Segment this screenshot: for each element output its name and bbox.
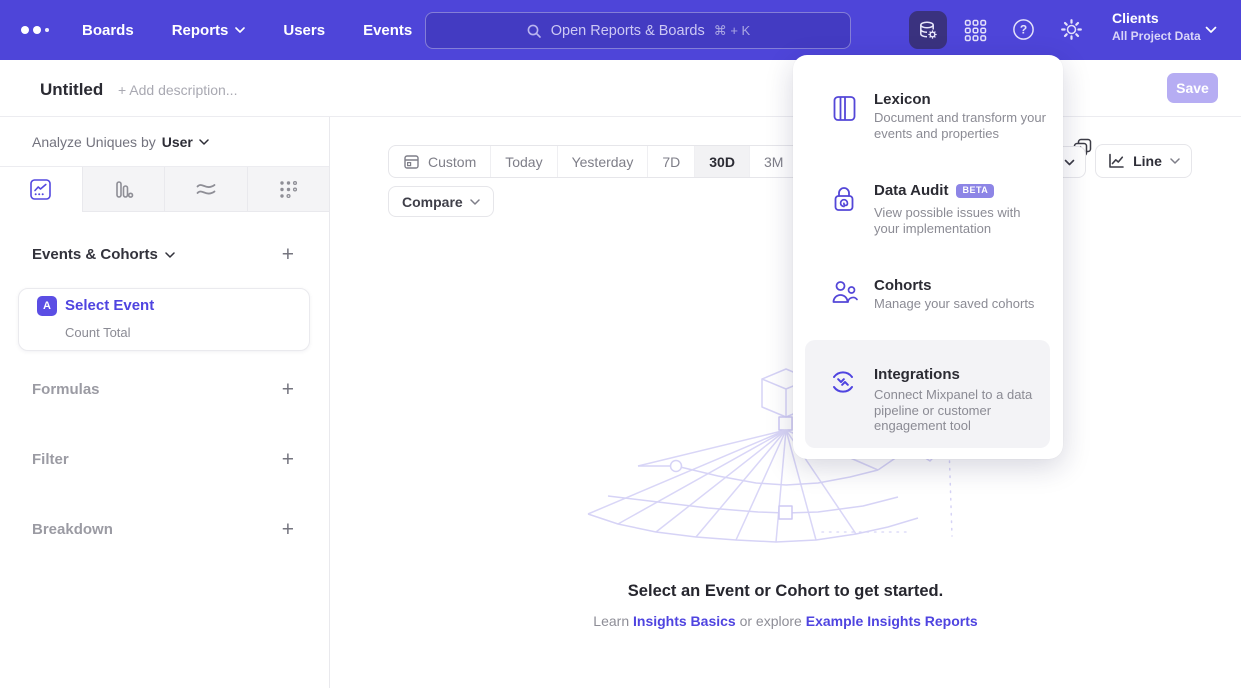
line-chart-icon — [29, 178, 52, 201]
filter-section: Filter + — [32, 451, 294, 468]
add-description-field[interactable]: + Add description... — [118, 82, 237, 98]
chevron-down-icon — [1064, 159, 1075, 166]
chevron-down-icon — [470, 199, 480, 205]
insights-basics-link[interactable]: Insights Basics — [633, 613, 736, 629]
settings-button[interactable] — [1060, 18, 1083, 41]
chevron-down-icon — [1170, 158, 1180, 164]
save-button[interactable]: Save — [1167, 73, 1218, 103]
add-event-button[interactable]: + — [282, 247, 294, 263]
example-insights-reports-link[interactable]: Example Insights Reports — [806, 613, 978, 629]
nav-events[interactable]: Events — [363, 22, 412, 39]
global-search-input[interactable]: Open Reports & Boards ⌘ + K — [425, 12, 851, 49]
report-title[interactable]: Untitled — [40, 80, 103, 100]
dot-grid-icon — [277, 178, 300, 201]
tab-retention[interactable] — [247, 167, 330, 212]
events-cohorts-section: Events & Cohorts + — [32, 246, 294, 263]
range-7d[interactable]: 7D — [647, 146, 694, 177]
data-audit-lock-icon — [831, 185, 857, 213]
add-filter-button[interactable]: + — [282, 452, 294, 468]
visualization-tabs — [0, 166, 329, 212]
lexicon-book-icon — [831, 95, 858, 122]
line-chart-icon — [1107, 152, 1125, 170]
select-event-button[interactable]: Select Event — [65, 297, 154, 314]
query-sidebar: Analyze Uniques by User — [0, 117, 330, 688]
data-management-button[interactable] — [909, 11, 947, 49]
add-breakdown-button[interactable]: + — [282, 522, 294, 538]
tab-flows[interactable] — [164, 167, 247, 212]
event-letter-badge: A — [37, 296, 57, 316]
calendar-icon — [403, 153, 420, 170]
tab-bar-chart[interactable] — [82, 167, 165, 212]
nav-boards[interactable]: Boards — [82, 22, 134, 39]
range-today[interactable]: Today — [490, 146, 556, 177]
project-switcher[interactable]: Clients All Project Data — [1112, 10, 1201, 43]
empty-state-title: Select an Event or Cohort to get started… — [330, 582, 1241, 601]
event-card[interactable]: A Select Event Count Total — [18, 288, 310, 351]
help-icon: ? — [1012, 18, 1035, 41]
nav-users[interactable]: Users — [283, 22, 325, 39]
tab-insights[interactable] — [0, 167, 82, 212]
flow-icon — [194, 177, 218, 201]
analyze-uniques-dropdown[interactable]: Analyze Uniques by User — [32, 134, 209, 150]
grid-icon — [964, 19, 987, 42]
empty-state-subtitle: Learn Insights Basics or explore Example… — [330, 613, 1241, 629]
data-management-menu: Lexicon Document and transform your even… — [793, 55, 1063, 459]
top-navbar: Boards Reports Users Events Open Reports… — [0, 0, 1241, 60]
menu-item-integrations[interactable]: Integrations Connect Mixpanel to a data … — [805, 340, 1050, 448]
help-button[interactable]: ? — [1012, 18, 1035, 41]
range-3m[interactable]: 3M — [749, 146, 797, 177]
gear-icon — [1060, 18, 1083, 41]
count-type-selector[interactable]: Count Total — [65, 325, 131, 340]
add-formula-button[interactable]: + — [282, 382, 294, 398]
events-cohorts-header[interactable]: Events & Cohorts — [32, 246, 175, 263]
database-gear-icon — [917, 19, 939, 41]
nav-reports[interactable]: Reports — [172, 22, 246, 39]
compare-dropdown[interactable]: Compare — [388, 186, 494, 217]
chart-type-dropdown[interactable]: Line — [1095, 144, 1192, 178]
bar-chart-icon — [112, 178, 135, 201]
integrations-sync-icon — [829, 368, 857, 396]
cohorts-users-icon — [831, 279, 859, 305]
beta-badge: BETA — [956, 184, 994, 198]
apps-grid-button[interactable] — [964, 19, 987, 42]
breakdown-section: Breakdown + — [32, 521, 294, 538]
range-30d-selected[interactable]: 30D — [694, 146, 749, 177]
chevron-down-icon — [165, 252, 175, 258]
date-range-control: Custom Today Yesterday 7D 30D 3M 6M — [388, 145, 847, 178]
chevron-down-icon — [1205, 26, 1217, 34]
search-icon — [526, 23, 542, 39]
svg-text:?: ? — [1020, 23, 1027, 37]
mixpanel-logo-icon[interactable] — [21, 26, 49, 34]
range-custom[interactable]: Custom — [389, 146, 490, 177]
chevron-down-icon — [199, 139, 209, 145]
range-yesterday[interactable]: Yesterday — [557, 146, 648, 177]
formulas-section: Formulas + — [32, 381, 294, 398]
chevron-down-icon — [235, 27, 245, 33]
